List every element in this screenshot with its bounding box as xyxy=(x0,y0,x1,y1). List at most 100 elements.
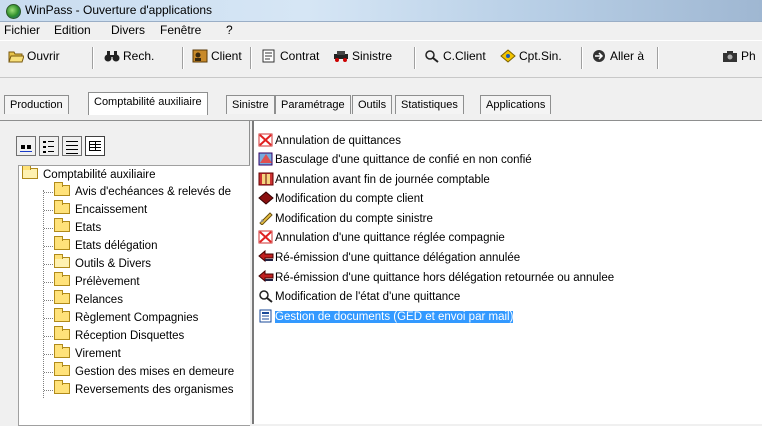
folder-icon xyxy=(54,308,70,322)
tree-item-label: Prélèvement xyxy=(75,276,140,288)
large-icons-view-button[interactable] xyxy=(16,136,36,156)
folder-icon xyxy=(54,236,70,250)
folder-open-icon xyxy=(22,166,38,179)
open-folder-icon xyxy=(8,49,25,63)
goto-label: Aller à xyxy=(610,49,645,63)
menu-edition[interactable]: Edition xyxy=(54,23,91,37)
tree-item-label: Outils & Divers xyxy=(75,258,152,270)
tab-sinistre[interactable]: Sinistre xyxy=(226,95,275,114)
window-title: WinPass - Ouverture d'applications xyxy=(25,3,213,17)
tab-applications[interactable]: Applications xyxy=(480,95,552,114)
menu-divers[interactable]: Divers xyxy=(111,23,145,37)
folder-icon xyxy=(54,272,70,286)
folder-icon xyxy=(54,200,70,214)
search-button[interactable]: Rech. xyxy=(104,49,154,67)
tree-item-selected[interactable]: Outils & Divers xyxy=(54,254,152,272)
tree-item-label: Encaissement xyxy=(75,204,148,216)
category-tree[interactable]: Comptabilité auxiliaire Avis d'echéances… xyxy=(18,165,250,426)
menu-help[interactable]: ? xyxy=(226,23,233,37)
tree-item[interactable]: Reversements des organismes xyxy=(54,380,234,398)
claim-label: Sinistre xyxy=(352,49,393,63)
tab-production[interactable]: Production xyxy=(4,95,69,114)
photo-label: Ph xyxy=(741,49,756,63)
binoculars-icon xyxy=(104,49,120,63)
list-item[interactable]: Annulation de quittances xyxy=(258,132,401,150)
tree-item-label: Avis d'echéances & relevés de xyxy=(75,186,232,198)
details-view-button[interactable] xyxy=(85,136,105,156)
menu-fenetre[interactable]: Fenêtre xyxy=(160,23,201,37)
list-item-selected[interactable]: Gestion de documents (GED et envoi par m… xyxy=(258,308,515,326)
tree-item[interactable]: Avis d'echéances & relevés de xyxy=(54,182,232,200)
contract-button[interactable]: Contrat xyxy=(261,49,319,67)
small-icons-view-button[interactable] xyxy=(39,136,59,156)
client-icon xyxy=(192,49,208,63)
list-item-label: Ré-émission d'une quittance hors délégat… xyxy=(275,272,615,284)
photo-button[interactable]: Ph xyxy=(722,49,756,67)
tree-panel: Comptabilité auxiliaire Avis d'echéances… xyxy=(0,121,250,426)
list-item[interactable]: Modification du compte client xyxy=(258,190,423,208)
tree-item-label: Gestion des mises en demeure xyxy=(75,366,235,378)
list-item-label: Modification du compte sinistre xyxy=(275,213,433,225)
list-item[interactable]: Ré-émission d'une quittance hors délégat… xyxy=(258,269,614,287)
tab-strip: Production Comptabilité auxiliaire Sinis… xyxy=(0,85,762,121)
toolbar: Ouvrir Rech. Client Contrat Sinistre C.C… xyxy=(0,40,762,78)
list-view-button[interactable] xyxy=(62,136,82,156)
magnifier-icon xyxy=(258,289,274,303)
list-item[interactable]: Modification du compte sinistre xyxy=(258,210,433,228)
car-crash-icon xyxy=(333,49,349,63)
tree-item-label: Reversements des organismes xyxy=(75,384,234,396)
client-label: Client xyxy=(211,49,242,63)
claim-button[interactable]: Sinistre xyxy=(333,49,392,67)
goto-button[interactable]: Aller à xyxy=(591,49,644,67)
reissue-icon xyxy=(258,249,274,264)
tree-item[interactable]: Etats xyxy=(54,218,101,236)
reissue-icon xyxy=(258,269,274,284)
search-label: Rech. xyxy=(123,49,155,63)
toolbar-separator xyxy=(657,47,659,69)
tree-item-label: Règlement Compagnies xyxy=(75,312,199,324)
toolbar-separator xyxy=(581,47,583,69)
list-item[interactable]: Annulation d'une quittance réglée compag… xyxy=(258,229,505,247)
folder-icon xyxy=(54,218,70,232)
c-client-label: C.Client xyxy=(443,49,486,63)
tree-item[interactable]: Relances xyxy=(54,290,123,308)
tree-item[interactable]: Virement xyxy=(54,344,121,362)
client-button[interactable]: Client xyxy=(192,49,242,67)
toolbar-separator xyxy=(250,47,252,69)
list-item-label: Annulation de quittances xyxy=(275,135,401,147)
tab-outils[interactable]: Outils xyxy=(352,95,393,114)
open-button[interactable]: Ouvrir xyxy=(8,49,60,67)
goto-icon xyxy=(591,49,607,63)
menu-fichier[interactable]: Fichier xyxy=(4,23,40,37)
list-item[interactable]: Modification de l'état d'une quittance xyxy=(258,288,460,306)
tree-item[interactable]: Prélèvement xyxy=(54,272,140,290)
tab-comptabilite-auxiliaire[interactable]: Comptabilité auxiliaire xyxy=(88,92,208,115)
list-item-label: Annulation d'une quittance réglée compag… xyxy=(275,232,505,244)
list-item-label: Basculage d'une quittance de confié en n… xyxy=(275,154,532,166)
list-item-label: Gestion de documents (GED et envoi par m… xyxy=(273,310,515,324)
tree-root[interactable]: Comptabilité auxiliaire xyxy=(22,166,156,183)
list-item[interactable]: Basculage d'une quittance de confié en n… xyxy=(258,151,532,169)
tree-item-label: Etats délégation xyxy=(75,240,158,252)
folder-icon xyxy=(54,182,70,196)
toolbar-separator xyxy=(92,47,94,69)
list-item-label: Modification de l'état d'une quittance xyxy=(275,291,461,303)
folder-icon xyxy=(54,362,70,376)
cpt-sin-label: Cpt.Sin. xyxy=(519,49,562,63)
tree-item[interactable]: Gestion des mises en demeure xyxy=(54,362,235,380)
c-client-button[interactable]: C.Client xyxy=(424,49,486,67)
claim-account-icon xyxy=(258,211,274,226)
cpt-sin-button[interactable]: Cpt.Sin. xyxy=(500,49,562,67)
tree-item[interactable]: Encaissement xyxy=(54,200,148,218)
applications-list[interactable]: Annulation de quittances Basculage d'une… xyxy=(252,121,762,424)
list-item[interactable]: Annulation avant fin de journée comptabl… xyxy=(258,171,490,189)
title-bar[interactable]: WinPass - Ouverture d'applications xyxy=(0,0,762,22)
tree-item[interactable]: Règlement Compagnies xyxy=(54,308,199,326)
tab-statistiques[interactable]: Statistiques xyxy=(395,95,464,114)
list-item[interactable]: Ré-émission d'une quittance délégation a… xyxy=(258,249,520,267)
swap-receipt-icon xyxy=(258,152,274,166)
tree-item[interactable]: Etats délégation xyxy=(54,236,158,254)
tab-parametrage[interactable]: Paramétrage xyxy=(275,95,351,114)
tree-item-label: Relances xyxy=(75,294,123,306)
tree-item[interactable]: Réception Disquettes xyxy=(54,326,184,344)
